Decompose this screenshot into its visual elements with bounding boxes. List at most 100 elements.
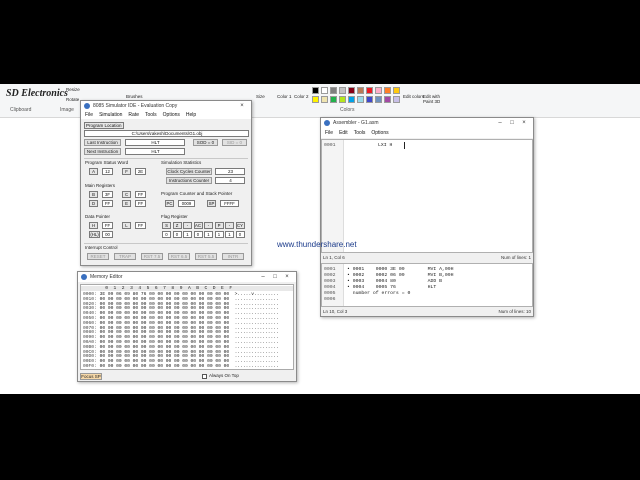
menu-help[interactable]: Help xyxy=(186,112,196,118)
memory-bytes[interactable]: 00 00 00 00 00 00 00 00 00 00 00 00 00 0… xyxy=(100,364,230,369)
always-on-top-checkbox[interactable] xyxy=(202,374,207,379)
interrupt-button[interactable]: RST 6.5 xyxy=(168,253,190,260)
resize-button[interactable]: Resize xyxy=(66,87,80,92)
color-swatch[interactable] xyxy=(321,96,328,103)
app-icon xyxy=(81,274,87,280)
menu-options[interactable]: Options xyxy=(163,112,180,118)
color-swatch[interactable] xyxy=(384,96,391,103)
reg-l-value[interactable]: FF xyxy=(135,222,146,229)
flag-value[interactable]: 1 xyxy=(204,231,213,238)
app-icon xyxy=(84,103,90,109)
rotate-button[interactable]: Rotate xyxy=(66,97,79,102)
color-swatch[interactable] xyxy=(330,96,337,103)
pc-value[interactable]: 0009 xyxy=(178,200,195,207)
menu-tools[interactable]: Tools xyxy=(354,130,366,136)
editor-cursor-position: Ln 1, Col 6 xyxy=(323,255,345,260)
color-swatch[interactable] xyxy=(366,96,373,103)
maximize-icon[interactable]: □ xyxy=(269,274,281,280)
interrupt-button[interactable]: RESET xyxy=(87,253,109,260)
reg-f-label: F xyxy=(122,168,131,175)
flag-name: S xyxy=(162,222,171,229)
interrupt-control-label: Interrupt Control xyxy=(85,245,118,250)
color-swatch[interactable] xyxy=(339,87,346,94)
color-swatch[interactable] xyxy=(312,96,319,103)
memory-ascii: ................ xyxy=(234,364,279,369)
color-swatch[interactable] xyxy=(393,96,400,103)
reg-l-label: L xyxy=(122,222,131,229)
flag-value[interactable]: 0 xyxy=(193,231,203,238)
color-swatch[interactable] xyxy=(375,87,382,94)
color-swatch[interactable] xyxy=(348,87,355,94)
flag-value[interactable]: 1 xyxy=(225,231,234,238)
interrupt-button[interactable]: INTR xyxy=(222,253,244,260)
menu-edit[interactable]: Edit xyxy=(339,130,348,136)
sid-indicator[interactable]: SID = 0 xyxy=(222,139,247,146)
reg-a-label: A xyxy=(89,168,98,175)
memory-header: 0 1 2 3 4 5 6 7 8 9 A B C D E F xyxy=(81,286,293,291)
color-swatch[interactable] xyxy=(348,96,355,103)
minimize-icon[interactable]: – xyxy=(257,274,269,280)
flag-value[interactable]: 0 xyxy=(162,231,171,238)
flag-value[interactable]: 1 xyxy=(183,231,192,238)
editor-status-bar: Ln 1, Col 6 Num of lines: 1 xyxy=(321,254,533,261)
menu-options[interactable]: Options xyxy=(371,130,388,136)
reg-f-value[interactable]: 2E xyxy=(135,168,146,175)
color-swatch[interactable] xyxy=(384,87,391,94)
color-swatch[interactable] xyxy=(366,87,373,94)
sod-indicator[interactable]: SOD = 0 xyxy=(193,139,218,146)
interrupt-button[interactable]: RST 7.5 xyxy=(141,253,163,260)
color-swatch[interactable] xyxy=(393,87,400,94)
flag-value[interactable]: 0 xyxy=(235,231,245,238)
menu-tools[interactable]: Tools xyxy=(145,112,157,118)
reg-e-value[interactable]: FF xyxy=(135,200,146,207)
color-swatch[interactable] xyxy=(330,87,337,94)
flag-value[interactable]: 1 xyxy=(214,231,224,238)
color-swatch[interactable] xyxy=(339,96,346,103)
image-group-label: Image xyxy=(60,107,74,113)
reg-m-value[interactable]: 00 xyxy=(102,231,113,238)
maximize-icon[interactable]: □ xyxy=(506,120,518,126)
menu-file[interactable]: File xyxy=(85,112,93,118)
program-location-field: C:\Users\rakesh\Documents\G1.obj xyxy=(84,130,249,137)
interrupt-button[interactable]: TRAP xyxy=(114,253,136,260)
reg-c-label: C xyxy=(122,191,131,198)
color-swatch[interactable] xyxy=(312,87,319,94)
data-pointer-label: Data Pointer xyxy=(85,214,111,219)
close-icon[interactable]: × xyxy=(236,103,248,109)
listing-cursor-position: Ln 10, Col 3 xyxy=(323,309,348,314)
reg-m-label: (HL) xyxy=(89,231,100,238)
color-swatch[interactable] xyxy=(357,96,364,103)
size-button[interactable]: Size xyxy=(256,94,265,99)
desktop: SD Electronics Resize Rotate Brushes Siz… xyxy=(0,84,640,394)
menu-file[interactable]: File xyxy=(325,130,333,136)
sp-value[interactable]: FFFF xyxy=(220,200,239,207)
brushes-button[interactable]: Brushes xyxy=(126,94,143,99)
reg-a-value[interactable]: 12 xyxy=(102,168,113,175)
reg-c-value[interactable]: FF xyxy=(135,191,146,198)
edit-colors-button[interactable]: Edit colors xyxy=(403,94,424,99)
color-swatch[interactable] xyxy=(321,87,328,94)
reg-d-value[interactable]: FF xyxy=(102,200,113,207)
edit-paint3d-button[interactable]: Edit with Paint 3D xyxy=(423,94,445,104)
interrupt-button[interactable]: RST 5.5 xyxy=(195,253,217,260)
memory-row[interactable]: 00F0: 00 00 00 00 00 00 00 00 00 00 00 0… xyxy=(83,364,279,369)
color2-button[interactable]: Color 2 xyxy=(294,94,309,99)
reg-e-label: E xyxy=(122,200,131,207)
focus-sp-button[interactable]: Focus SP xyxy=(80,373,102,380)
color1-button[interactable]: Color 1 xyxy=(277,94,292,99)
flag-name: AC xyxy=(193,222,203,229)
menu-simulation[interactable]: Simulation xyxy=(99,112,122,118)
source-editor[interactable]: 0001 LXI H xyxy=(321,139,533,253)
assembler-menubar: File Edit Tools Options xyxy=(321,128,533,138)
color-swatch[interactable] xyxy=(357,87,364,94)
reg-b-value[interactable]: 3F xyxy=(102,191,113,198)
menu-rate[interactable]: Rate xyxy=(128,112,139,118)
close-icon[interactable]: × xyxy=(518,120,530,126)
color-swatch[interactable] xyxy=(375,96,382,103)
flag-value[interactable]: 0 xyxy=(172,231,182,238)
reg-h-value[interactable]: FF xyxy=(102,222,113,229)
memory-grid[interactable]: 0 1 2 3 4 5 6 7 8 9 A B C D E F 0000: 3E… xyxy=(80,284,294,370)
minimize-icon[interactable]: – xyxy=(494,120,506,126)
listing-pane[interactable]: 0001 • 0001 0000 3E 09 MVI A,09H 0002 • 000… xyxy=(321,263,533,307)
close-icon[interactable]: × xyxy=(281,274,293,280)
